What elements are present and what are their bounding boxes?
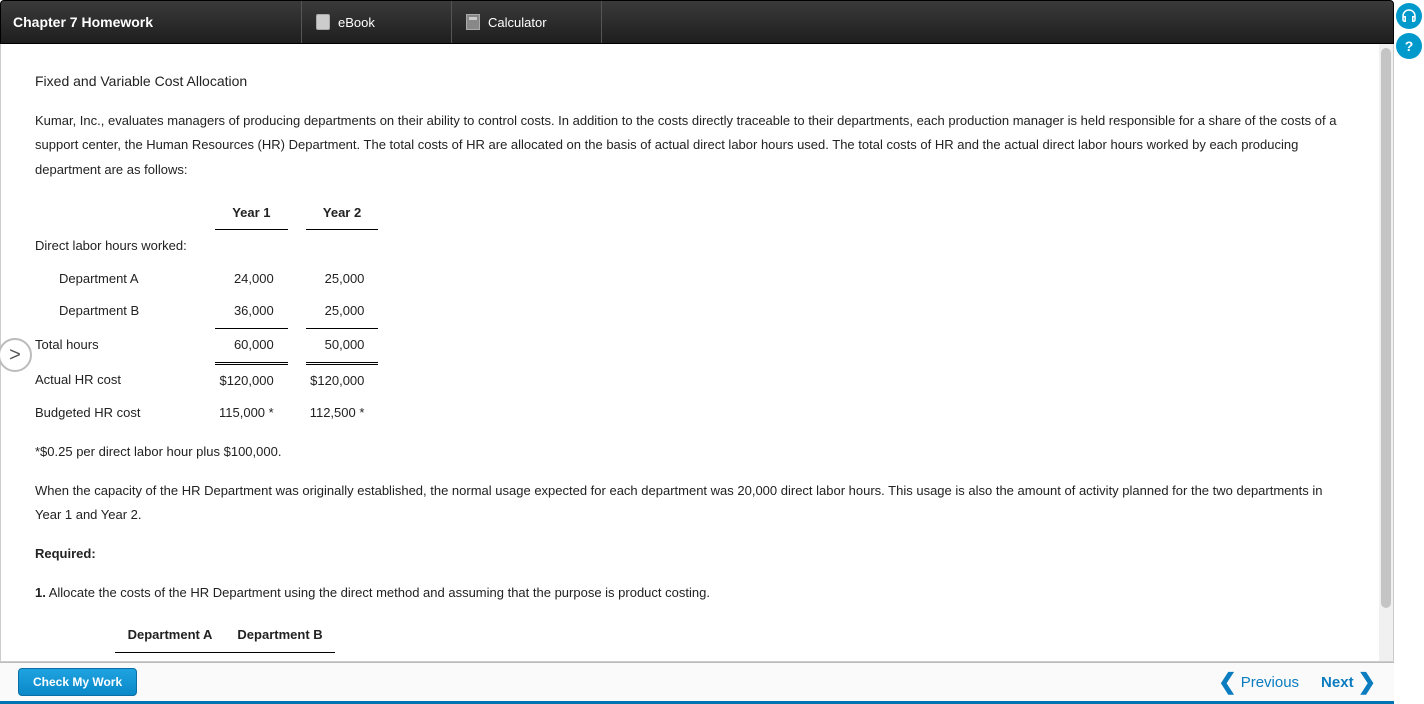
help-button[interactable]: ? [1396,33,1422,59]
question-1: 1. Allocate the costs of the HR Departme… [35,581,1349,606]
scrollbar[interactable] [1379,44,1393,661]
chevron-left-icon: ❮ [1218,671,1236,693]
ans-col-A: Department A [115,619,225,652]
headset-icon [1400,7,1418,25]
tab-calculator[interactable]: Calculator [451,1,601,43]
total-y1: 60,000 [215,328,288,363]
content-panel: Fixed and Variable Cost Allocation Kumar… [0,44,1394,662]
row-dlh-label: Direct labor hours worked: [35,230,215,263]
data-table: Year 1 Year 2 Direct labor hours worked:… [35,197,378,430]
row-budget: Budgeted HR cost [35,397,215,430]
scrollbar-thumb[interactable] [1381,48,1391,608]
total-y2: 50,000 [306,328,379,363]
ans-col-B: Department B [225,619,335,652]
calculator-icon [466,14,480,30]
wrong-mark-icon: X [204,659,217,661]
row-deptB: Department B [35,295,215,328]
budget-y1: 115,000 * [215,397,288,430]
wrong-mark-icon: X [314,659,327,661]
actual-y2: $120,000 [306,363,379,397]
deptA-y2: 25,000 [306,263,379,296]
side-tool-rail: ? [1394,0,1424,704]
footer-bar: Check My Work ❮ Previous Next ❯ [0,662,1394,704]
header-spacer [601,1,1393,43]
answer-table: Department A Department B Variable $ X $ [35,619,335,661]
check-my-work-button[interactable]: Check My Work [18,668,137,696]
tab-ebook[interactable]: eBook [301,1,451,43]
chevron-right-icon: ❯ [1358,671,1376,693]
previous-button[interactable]: ❮ Previous [1218,671,1299,693]
deptA-y1: 24,000 [215,263,288,296]
question-body: Fixed and Variable Cost Allocation Kumar… [1,44,1379,661]
nav-buttons: ❮ Previous Next ❯ [1218,671,1376,693]
budget-y2: 112,500 * [306,397,379,430]
next-button[interactable]: Next ❯ [1321,671,1376,693]
question-heading: Fixed and Variable Cost Allocation [35,68,1349,95]
tab-calculator-label: Calculator [488,15,547,30]
row-actual: Actual HR cost [35,363,215,397]
assignment-title: Chapter 7 Homework [1,1,301,43]
col-year1: Year 1 [215,197,288,230]
chevron-right-icon: > [9,344,21,367]
help-icon: ? [1405,38,1414,54]
ans-row-variable: Variable [35,653,115,661]
tab-ebook-label: eBook [338,15,375,30]
deptB-y1: 36,000 [215,295,288,328]
col-year2: Year 2 [306,197,379,230]
required-label: Required: [35,546,96,561]
top-header: Chapter 7 Homework eBook Calculator [0,0,1394,44]
deptB-y2: 25,000 [306,295,379,328]
intro-paragraph: Kumar, Inc., evaluates managers of produ… [35,109,1349,183]
footnote: *$0.25 per direct labor hour plus $100,0… [35,440,1349,465]
actual-y1: $120,000 [215,363,288,397]
paragraph-2: When the capacity of the HR Department w… [35,479,1349,528]
row-total: Total hours [35,328,215,363]
ebook-icon [316,14,330,30]
row-deptA: Department A [35,263,215,296]
support-headset-button[interactable] [1396,3,1422,29]
